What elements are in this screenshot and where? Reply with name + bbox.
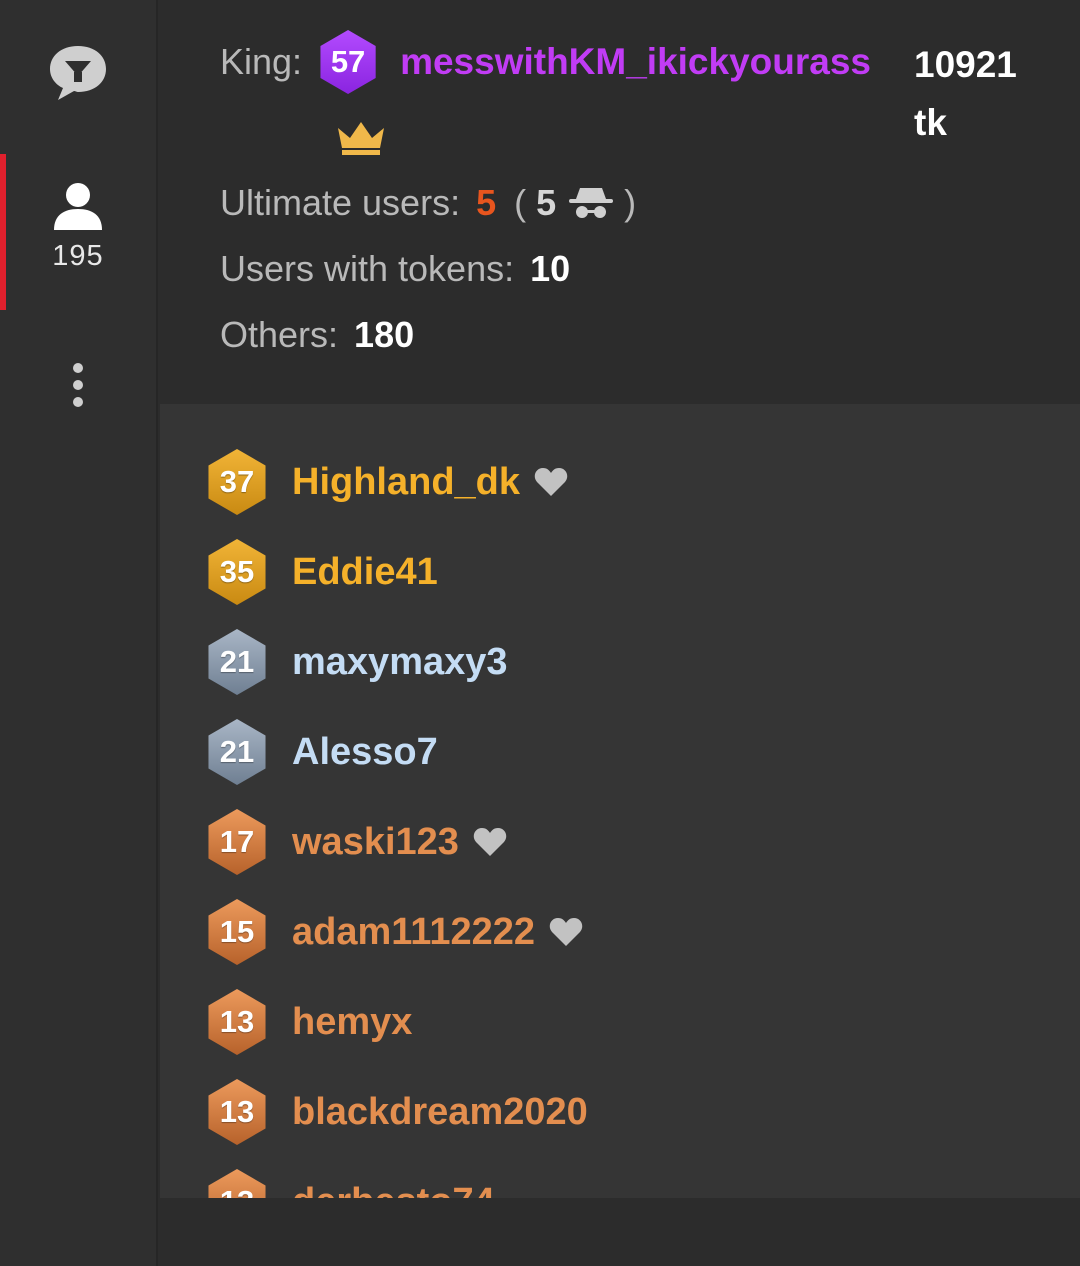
bottom-bar: [160, 1198, 1080, 1266]
sidebar: 195: [0, 0, 158, 1266]
ultimate-users-stat: Ultimate users: 5 ( 5 ): [220, 182, 636, 224]
level-number: 21: [219, 644, 255, 679]
crown-icon: [338, 122, 384, 155]
username[interactable]: blackdream2020: [292, 1091, 588, 1134]
level-badge: 37: [208, 449, 266, 515]
more-vertical-icon: [73, 360, 83, 414]
token-users-label: Users with tokens:: [220, 248, 515, 289]
app-root: 195 King: 57 messwithKM_ikickyourass 109…: [0, 0, 1080, 1266]
chat-bubble-icon: [50, 46, 106, 100]
username[interactable]: maxymaxy3: [292, 641, 508, 684]
king-label: King:: [220, 41, 303, 82]
username[interactable]: Eddie41: [292, 551, 438, 594]
level-number: 35: [219, 554, 255, 589]
level-number: 13: [220, 1184, 254, 1198]
king-row: King: 57 messwithKM_ikickyourass: [220, 30, 871, 94]
level-badge: 15: [208, 899, 266, 965]
list-item[interactable]: 13 derbesto74: [206, 1169, 495, 1198]
king-username[interactable]: messwithKM_ikickyourass: [400, 41, 871, 83]
level-number: 37: [219, 464, 255, 499]
level-badge: 21: [208, 629, 266, 695]
list-item[interactable]: 13 blackdream2020: [206, 1079, 588, 1145]
anonymous-users-count: 5: [536, 182, 557, 223]
level-badge: 13: [208, 989, 266, 1055]
users-tab[interactable]: 195: [0, 154, 156, 310]
username[interactable]: waski123: [292, 821, 459, 864]
chat-tab[interactable]: [0, 42, 156, 112]
level-badge: 21: [208, 719, 266, 785]
king-level: 57: [330, 44, 366, 79]
ultimate-users-value: 5: [476, 182, 497, 223]
list-item[interactable]: 21 maxymaxy3: [206, 629, 508, 695]
user-count: 195: [52, 240, 104, 272]
anonymous-close-paren: ): [624, 182, 637, 223]
spy-icon: [569, 188, 614, 218]
anonymous-open-paren: (: [514, 182, 527, 223]
username[interactable]: hemyx: [292, 1001, 412, 1044]
username[interactable]: derbesto74: [292, 1181, 495, 1199]
heart-icon: [473, 828, 507, 856]
level-number: 21: [219, 734, 255, 769]
username[interactable]: Highland_dk: [292, 461, 520, 504]
ultimate-users-label: Ultimate users:: [220, 182, 461, 223]
king-level-badge: 57: [320, 30, 376, 94]
level-badge: 17: [208, 809, 266, 875]
level-number: 15: [219, 914, 255, 949]
token-users-stat: Users with tokens: 10: [220, 248, 570, 290]
heart-icon: [549, 918, 583, 946]
level-number: 13: [219, 1004, 255, 1039]
username[interactable]: Alesso7: [292, 731, 438, 774]
token-users-value: 10: [530, 248, 571, 289]
list-item[interactable]: 15 adam1112222: [206, 899, 583, 965]
others-stat: Others: 180: [220, 314, 414, 356]
room-info-panel: King: 57 messwithKM_ikickyourass 10921 t…: [160, 0, 1080, 402]
list-item[interactable]: 13 hemyx: [206, 989, 412, 1055]
list-item[interactable]: 17 waski123: [206, 809, 507, 875]
level-badge: 35: [208, 539, 266, 605]
heart-icon: [534, 468, 568, 496]
more-menu-button[interactable]: [0, 360, 156, 416]
king-tokens: 10921 tk: [914, 44, 1017, 143]
username[interactable]: adam1112222: [292, 911, 535, 954]
user-icon: [54, 183, 102, 230]
list-item[interactable]: 35 Eddie41: [206, 539, 438, 605]
list-item[interactable]: 21 Alesso7: [206, 719, 438, 785]
level-badge: 13: [208, 1169, 266, 1198]
level-number: 17: [219, 824, 255, 859]
level-number: 13: [219, 1094, 255, 1129]
others-value: 180: [354, 314, 415, 355]
level-badge: 13: [208, 1079, 266, 1145]
others-label: Others:: [220, 314, 339, 355]
user-list[interactable]: 37 Highland_dk 35 Eddie41 21 maxymaxy3 2…: [160, 404, 1080, 1198]
list-item[interactable]: 37 Highland_dk: [206, 449, 568, 515]
